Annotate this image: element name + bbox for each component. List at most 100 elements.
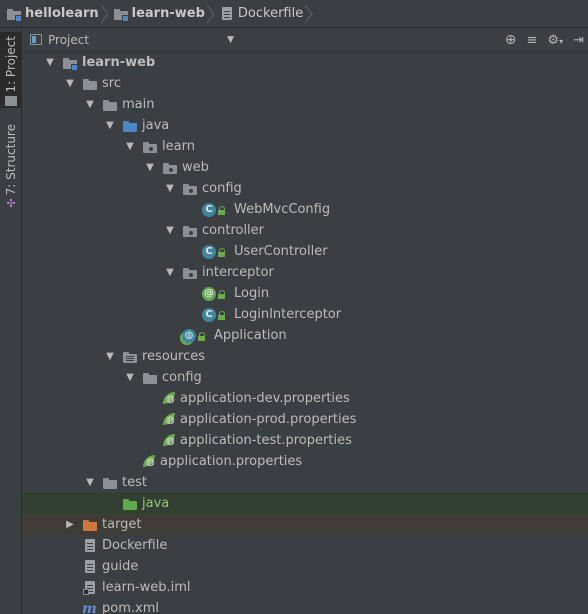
tree-node[interactable]: ▼ controller xyxy=(22,220,588,241)
tree-node[interactable]: learn-web.iml xyxy=(22,577,588,598)
package-icon xyxy=(162,160,178,176)
tree-node[interactable]: C LoginInterceptor xyxy=(22,304,588,325)
tree-node[interactable]: ▼ config xyxy=(22,178,588,199)
tree-node-label: Application xyxy=(214,328,287,343)
tree-node[interactable]: ▼ java xyxy=(22,115,588,136)
chevron-down-icon[interactable]: ▼ xyxy=(84,99,96,111)
excluded-folder-icon xyxy=(82,517,98,533)
tree-node-label: application-prod.properties xyxy=(180,412,357,427)
tree-node[interactable]: ▼ interceptor xyxy=(22,262,588,283)
tab-project[interactable]: 1: Project xyxy=(0,32,22,108)
breadcrumb-item-hellolearn[interactable]: hellolearn xyxy=(6,0,113,28)
folder-icon xyxy=(82,76,98,92)
project-view-icon xyxy=(30,34,42,45)
panel-title: Project xyxy=(48,32,90,47)
tree-node-label: application.properties xyxy=(160,454,303,469)
breadcrumb-label: Dockerfile xyxy=(237,6,304,21)
module-icon xyxy=(113,6,129,22)
tree-node[interactable]: ▼ main xyxy=(22,94,588,115)
chevron-right-icon[interactable]: ▶ xyxy=(64,519,76,531)
breadcrumb-label: hellolearn xyxy=(25,6,99,21)
chevron-down-icon[interactable]: ▼ xyxy=(164,225,176,237)
module-icon xyxy=(6,6,22,22)
chevron-down-icon[interactable]: ▼ xyxy=(84,477,96,489)
tree-node-label: learn-web.iml xyxy=(102,580,191,595)
tree-node-label: web xyxy=(182,160,209,175)
tree-node[interactable]: ▼ web xyxy=(22,157,588,178)
chevron-down-icon[interactable]: ▼ xyxy=(124,141,136,153)
tree-node[interactable]: @ Login xyxy=(22,283,588,304)
spring-properties-icon xyxy=(142,454,158,470)
tree-node[interactable]: ▼ src xyxy=(22,73,588,94)
tree-node[interactable]: ▼ learn-web xyxy=(22,52,588,73)
project-view-selector[interactable]: Project ▼ xyxy=(30,33,234,47)
chevron-down-icon[interactable]: ▼ xyxy=(64,78,76,90)
source-folder-icon xyxy=(122,118,138,134)
breadcrumb-label: learn-web xyxy=(131,6,205,21)
tree-node[interactable]: ▼ learn xyxy=(22,136,588,157)
tree-node[interactable]: ▼ config xyxy=(22,367,588,388)
tree-node-label: config xyxy=(202,181,242,196)
tree-node[interactable]: ▶ target xyxy=(22,514,588,535)
tab-project-label: 1: Project xyxy=(4,36,18,93)
tree-node-label: main xyxy=(122,97,155,112)
tree-node[interactable]: C UserController xyxy=(22,241,588,262)
tree-node[interactable]: application-test.properties xyxy=(22,430,588,451)
locate-file-icon[interactable]: ⊕ xyxy=(505,32,517,48)
chevron-down-icon[interactable]: ▼ xyxy=(124,372,136,384)
project-tree: ▼ learn-web ▼ src ▼ main ▼ java ▼ learn ▼ web ▼ confi… xyxy=(22,52,588,614)
module-icon xyxy=(62,55,78,71)
tree-node[interactable]: Dockerfile xyxy=(22,535,588,556)
breadcrumb-item-learn-web[interactable]: learn-web xyxy=(113,0,219,28)
tree-node-label: config xyxy=(162,370,202,385)
chevron-down-icon[interactable]: ▼ xyxy=(104,351,116,363)
spring-class-icon: ◍ xyxy=(182,328,210,344)
tree-node-label: application-test.properties xyxy=(180,433,352,448)
breadcrumb-item-dockerfile[interactable]: Dockerfile xyxy=(219,0,317,28)
spring-properties-icon xyxy=(162,391,178,407)
chevron-down-icon[interactable]: ▼ xyxy=(164,267,176,279)
package-icon xyxy=(142,139,158,155)
tree-node-label: learn-web xyxy=(82,55,156,70)
tree-node[interactable]: java xyxy=(22,493,588,514)
tree-node[interactable]: guide xyxy=(22,556,588,577)
tool-window-stripe: 1: Project 7: Structure ✣ xyxy=(0,28,22,614)
tree-node-label: application-dev.properties xyxy=(180,391,350,406)
tree-node[interactable]: application-prod.properties xyxy=(22,409,588,430)
tree-node[interactable]: ◍ Application xyxy=(22,325,588,346)
hide-panel-icon[interactable]: ⇥ xyxy=(573,33,584,48)
tree-node[interactable]: ▼ resources xyxy=(22,346,588,367)
chevron-down-icon[interactable]: ▼ xyxy=(164,183,176,195)
tree-node-label: Login xyxy=(234,286,270,301)
tree-node[interactable]: application-dev.properties xyxy=(22,388,588,409)
tree-node[interactable]: application.properties xyxy=(22,451,588,472)
chevron-down-icon[interactable]: ▼ xyxy=(104,120,116,132)
tree-node[interactable]: ▼ test xyxy=(22,472,588,493)
collapse-all-icon[interactable]: ≡ xyxy=(527,33,538,48)
tree-node-label: resources xyxy=(142,349,206,364)
chevron-down-icon[interactable]: ▼ xyxy=(144,162,156,174)
tree-node-label: Dockerfile xyxy=(102,538,168,553)
test-folder-icon xyxy=(122,496,138,512)
gear-icon[interactable]: ⚙▾ xyxy=(547,33,563,48)
tab-structure[interactable]: 7: Structure ✣ xyxy=(0,122,22,209)
tree-node-label: test xyxy=(122,475,147,490)
breadcrumb-separator xyxy=(205,3,217,24)
tree-node-label: UserController xyxy=(234,244,328,259)
folder-icon xyxy=(102,475,118,491)
tree-node[interactable]: C WebMvcConfig xyxy=(22,199,588,220)
resources-folder-icon xyxy=(122,349,138,365)
tab-structure-label: 7: Structure xyxy=(4,124,18,196)
tree-node[interactable]: m pom.xml xyxy=(22,598,588,614)
file-icon xyxy=(82,538,98,554)
class-icon: C xyxy=(202,202,230,218)
chevron-down-icon[interactable]: ▼ xyxy=(44,57,56,69)
